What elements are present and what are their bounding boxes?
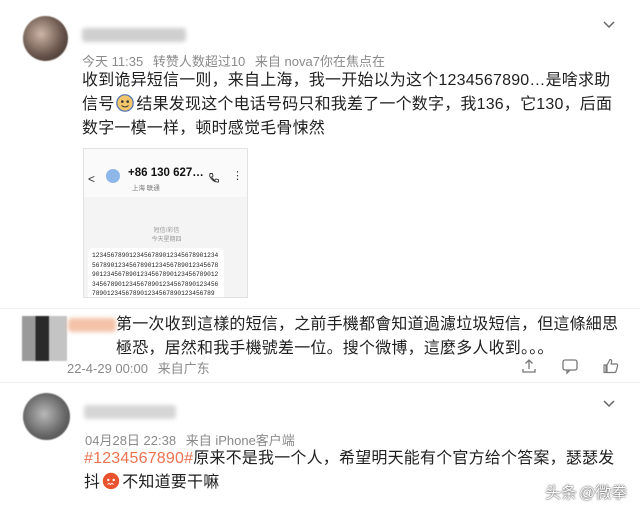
sms-message-bubble: 1234567890123456789012345678901234567890… [88, 248, 224, 297]
comment-text: 收到诡异短信一则，来自上海，我一开始以为这个1234567890…是啥求助信号结… [82, 69, 622, 141]
phone-call-icon [208, 171, 220, 183]
username-blurred[interactable] [68, 318, 116, 332]
comment-text: #1234567890#原来不是我一个人，希望明天能有个官方给个答案，瑟瑟发抖不… [84, 447, 624, 495]
divider [0, 382, 640, 383]
comment-time: 22-4-29 00:00 [67, 361, 148, 376]
username-blurred[interactable] [82, 28, 186, 42]
emoji-shiver-icon [102, 472, 120, 490]
username-blurred[interactable] [84, 405, 176, 419]
comment-source: 来自 nova7你在焦点在 [254, 54, 385, 69]
comment-source: 来自广东 [157, 361, 210, 376]
sms-label: 短信/彩信 [153, 228, 180, 234]
comment-meta: 22-4-29 00:00 来自广东 [67, 358, 216, 377]
comment-actions [520, 357, 620, 380]
divider [0, 308, 640, 309]
comment-icon[interactable] [561, 357, 579, 380]
watermark-handle: @微拳 [579, 485, 628, 502]
like-icon[interactable] [602, 357, 620, 380]
watermark-prefix: 头条 [545, 485, 578, 502]
more-icon: ⋮ [232, 170, 243, 182]
avatar[interactable] [22, 316, 67, 361]
sender-location: 上海 联通 [132, 185, 160, 192]
comment-time: 今天 11:35 [82, 54, 144, 69]
comment-text: 第一次收到這樣的短信，之前手機都會知道過濾垃圾短信，但這條細思極恐，居然和我手機… [116, 316, 619, 357]
chevron-down-icon[interactable] [602, 396, 616, 410]
comment-text-part2: 结果发现这个电话号码只和我差了一个数字，我136，它130，后面数字一模一样，顿… [82, 96, 613, 137]
avatar[interactable] [23, 16, 68, 61]
phone-screenshot[interactable]: < +86 130 627… 上海 联通 ⋮ 短信/彩信 今天星期四 12345… [83, 148, 248, 298]
hashtag-link[interactable]: #1234567890# [84, 450, 193, 467]
watermark: 头条 @微拳 [545, 479, 629, 503]
comment-text-tail: 不知道要干嘛 [122, 474, 220, 491]
comment-tag: 转赞人数超过10 [152, 54, 246, 69]
emoji-doge-icon [116, 94, 135, 112]
comment-meta: 今天 11:35 转赞人数超过10 来自 nova7你在焦点在 [82, 51, 391, 70]
back-arrow-icon: < [88, 172, 96, 186]
avatar[interactable] [23, 393, 70, 440]
comment-time: 04月28日 22:38 [85, 433, 177, 448]
contact-avatar-icon [106, 169, 120, 183]
sender-number: +86 130 627… [128, 167, 204, 179]
comment-source: 来自 iPhone客户端 [185, 433, 295, 448]
sms-date: 今天星期四 [151, 237, 182, 243]
share-icon[interactable] [520, 357, 538, 380]
chevron-down-icon[interactable] [602, 17, 616, 31]
